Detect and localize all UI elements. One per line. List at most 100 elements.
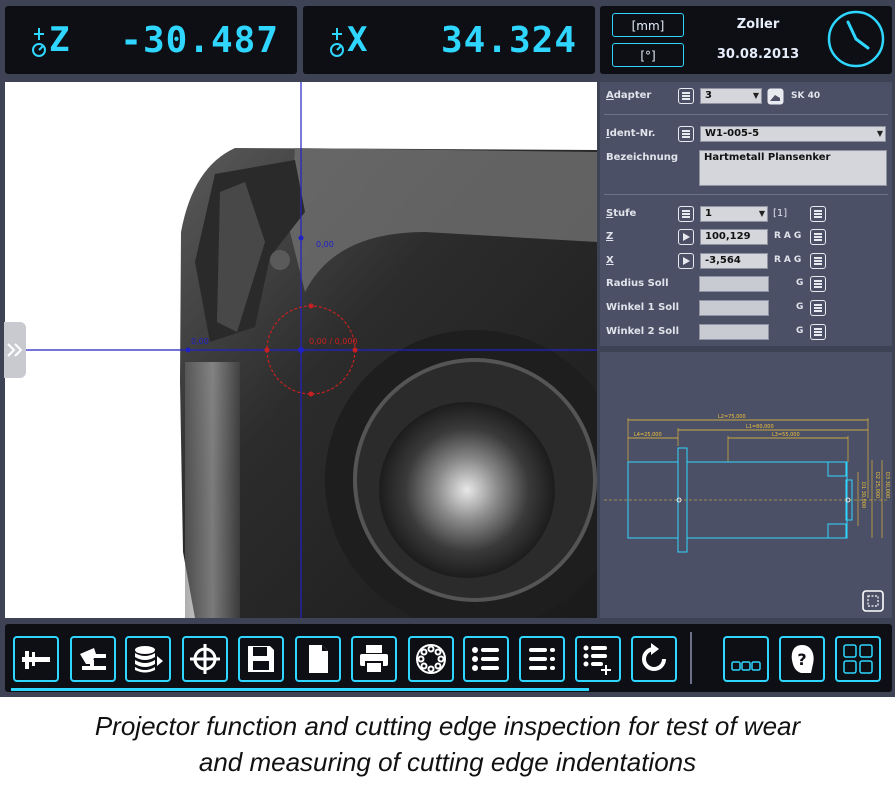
adapter-label: Adapter (606, 90, 652, 101)
caption-line-1: Projector function and cutting edge insp… (94, 711, 801, 741)
separator (604, 194, 888, 195)
caliper-button[interactable] (13, 636, 59, 682)
stufe-count: [1] (773, 208, 788, 219)
winkel2-soll-label: Winkel 2 Soll (606, 326, 680, 337)
camera-label-left: 0,00 (191, 337, 209, 346)
caliper-icon (22, 651, 50, 669)
separator (604, 114, 888, 115)
z-tags: RAG (774, 231, 805, 241)
more-button[interactable] (723, 636, 769, 682)
adapter-type: SK 40 (791, 91, 821, 101)
winkel1-soll-label: Winkel 1 Soll (606, 302, 680, 313)
stufe-select[interactable]: 1 ▼ (700, 206, 768, 222)
unit-length-button[interactable]: [mm] (612, 13, 684, 37)
winkel1-tag: G (796, 302, 807, 312)
radius-detail-button[interactable] (810, 276, 826, 292)
bezeichnung-label: Bezeichnung (606, 152, 678, 163)
z-field[interactable]: 100,129 (700, 229, 768, 245)
date-display: 30.08.2013 (716, 47, 800, 62)
z-readout: Z -30.487 (5, 6, 297, 74)
print-button[interactable] (351, 636, 397, 682)
adapter-select[interactable]: 3 ▼ (700, 88, 762, 104)
figure-caption: Projector function and cutting edge insp… (0, 708, 895, 780)
turret-button[interactable] (408, 636, 454, 682)
tool-setting-button[interactable] (70, 636, 116, 682)
z-label: Z (606, 231, 614, 242)
x-readout: X 34.324 (303, 6, 595, 74)
progress-bar (11, 688, 589, 691)
dim-l4: L4=25,000 (634, 432, 662, 438)
list-add-button[interactable] (575, 636, 621, 682)
camera-view[interactable]: 0,00 0,00 0,00 / 0,000 (5, 82, 597, 618)
ident-label: Ident-Nr. (606, 128, 656, 139)
database-button[interactable] (125, 636, 171, 682)
save-icon (248, 646, 274, 672)
list-detail-icon (529, 648, 555, 670)
camera-image: 0,00 0,00 0,00 / 0,000 (5, 82, 597, 618)
radius-soll-label: Radius Soll (606, 278, 669, 289)
dim-d3: D3 30,000 (884, 472, 890, 498)
more-icon (731, 661, 761, 671)
radius-tag: G (796, 278, 807, 288)
radius-soll-field[interactable] (699, 276, 769, 292)
caption-line-2: and measuring of cutting edge indentatio… (198, 747, 697, 777)
winkel1-detail-button[interactable] (810, 300, 826, 316)
dim-l1: L1=80,000 (746, 424, 774, 430)
winkel2-soll-field[interactable] (699, 324, 769, 340)
fullscreen-icon[interactable] (862, 590, 884, 612)
camera-label-top: 0,00 (316, 240, 334, 249)
main-toolbar: ? (5, 624, 892, 692)
list-button[interactable] (463, 636, 509, 682)
adapter-list-button[interactable] (678, 88, 694, 104)
expand-panel-tab[interactable] (4, 322, 26, 378)
x-value: 34.324 (440, 20, 577, 61)
dim-l3: L3=55,000 (772, 432, 800, 438)
z-detail-button[interactable] (810, 229, 826, 245)
tool-drawing: L2=75,000 L1=80,000 L3=55,000 L4=25,000 … (604, 414, 890, 553)
stufe-detail-button[interactable] (810, 206, 826, 222)
tool-setting-icon (80, 648, 106, 670)
apps-button[interactable] (835, 636, 881, 682)
unit-angle-button[interactable]: [°] (612, 43, 684, 67)
help-button[interactable]: ? (779, 636, 825, 682)
list-add-icon (583, 645, 611, 675)
clock-icon (827, 10, 885, 68)
winkel2-tag: G (796, 326, 807, 336)
save-button[interactable] (238, 636, 284, 682)
help-icon: ? (791, 645, 814, 673)
probe-icon (330, 28, 344, 57)
turret-icon (416, 644, 446, 674)
crosshair-button[interactable] (182, 636, 228, 682)
x-field[interactable]: -3,564 (700, 253, 768, 269)
camera-label-center: 0,00 / 0,000 (309, 337, 358, 346)
z-value: -30.487 (120, 20, 279, 61)
dim-d1: D1 30,000 (860, 482, 866, 508)
adapter-image-icon[interactable] (767, 88, 784, 105)
user-name: Zoller (736, 17, 780, 32)
crosshair-icon (190, 644, 220, 674)
stufe-label: Stufe (606, 208, 637, 219)
probe-icon (32, 28, 46, 57)
dim-l2: L2=75,000 (718, 414, 746, 420)
x-detail-button[interactable] (810, 253, 826, 269)
document-button[interactable] (295, 636, 341, 682)
document-icon (309, 645, 328, 673)
info-box: [mm] [°] Zoller 30.08.2013 (600, 6, 892, 74)
z-axis-label: Z (49, 20, 72, 60)
list-icon (472, 647, 499, 671)
winkel2-detail-button[interactable] (810, 324, 826, 340)
winkel1-soll-field[interactable] (699, 300, 769, 316)
stufe-list-button[interactable] (678, 206, 694, 222)
ident-list-button[interactable] (678, 126, 694, 142)
refresh-button[interactable] (631, 636, 677, 682)
ident-select[interactable]: W1-005-5 ▼ (700, 126, 886, 142)
list-detail-button[interactable] (519, 636, 565, 682)
database-icon (135, 646, 163, 673)
parameter-panel: Adapter 3 ▼ SK 40 Ident-Nr. W1-005-5 ▼ Bez… (600, 82, 892, 346)
bezeichnung-field[interactable]: Hartmetall Plansenker (699, 150, 887, 186)
double-chevron-right-icon (7, 343, 23, 357)
application-window: Z -30.487 X 34.324 [mm] [°] Zoller 30.08… (0, 0, 895, 697)
x-measure-button[interactable] (678, 253, 694, 269)
z-measure-button[interactable] (678, 229, 694, 245)
x-tags: RAG (774, 255, 805, 265)
